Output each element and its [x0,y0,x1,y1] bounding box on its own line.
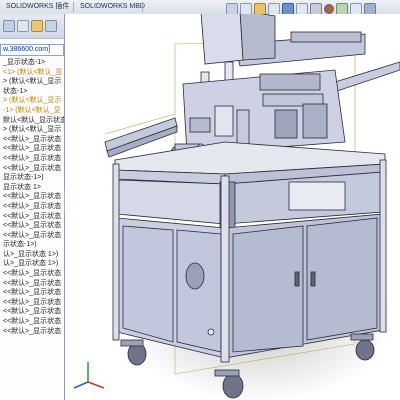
tree-item[interactable]: <<默认>_显示状态 [0,307,64,317]
tab-solidworks-addins[interactable]: SOLIDWORKS 插件 [2,1,73,13]
tree-item[interactable]: > (默认<默认_显示 [0,77,64,87]
tree-item[interactable]: <<默认>_显示状态 [0,202,64,212]
feature-tree-tab-icon[interactable] [3,20,15,32]
tree-item-label: <<默认>_显示状态 [3,193,62,201]
tree-item-label: <<默认>_显示状态 [3,231,62,239]
tree-item[interactable]: <<默认>_显示状态 [0,135,64,145]
tree-item-label: -1> (默认<默认_显 [3,106,61,114]
tree-item[interactable]: <<默认>_显示状态 [0,231,64,241]
tree-item[interactable]: <<默认>_显示状态 [0,269,64,279]
tree-item-label: <1> (默认<默认_显 [3,68,63,76]
appearance-icon[interactable] [324,4,334,14]
tree-item[interactable]: 默认<默认_显示状态 [0,116,64,126]
tree-item-label: <<默认>_显示状态 [3,279,62,287]
tree-item-label: <<默认>_显示状态 [3,145,62,153]
tree-item-label: <<默认>_显示状态 [3,308,62,316]
tree-item-label: <<默认>_显示状态 [3,318,62,326]
property-manager-tab-icon[interactable] [17,20,29,32]
configuration-manager-tab-icon[interactable] [31,20,43,32]
tree-item[interactable]: -1> (默认<默认_显 [0,106,64,116]
tree-item-label: 状态-1> [3,87,28,95]
tree-item-label: <<默认>_显示状态 [3,202,62,210]
tree-item-label: 认>_显示状态 1>) [3,260,59,268]
tree-item-label: > (默认<默认_显示 [3,97,62,105]
upper-mechanism [182,69,346,155]
feature-manager-panel: w.386600.com] _显示状态-1> <1> (默认<默认_显 > (默认<… [0,14,65,400]
tree-item[interactable]: <<默认>_显示状态 [0,221,64,231]
tree-item-label: <<默认>_显示状态 [3,327,62,335]
tree-item[interactable]: > (默认<默认_显示 [0,125,64,135]
tree-item[interactable]: <1> (默认<默认_显 [0,68,64,78]
feature-tree: _显示状态-1> <1> (默认<默认_显 > (默认<默认_显示 状态-1> > (默… [0,58,64,336]
tree-item-label: 默认<默认_显示状态 [3,116,64,124]
tree-item-label: 显示状态 1> [3,183,41,191]
tree-item[interactable]: <<默认>_显示状态 [0,298,64,308]
tree-item-label: <<默认>_显示状态 [3,154,62,162]
tree-item[interactable]: 认>_显示状态 1>) [0,250,64,260]
tree-item[interactable]: <<默认>_显示状态 [0,144,64,154]
tree-item[interactable]: > (默认<默认_显示 [0,96,64,106]
tree-item[interactable]: <<默认>_显示状态 [0,154,64,164]
tree-filter-field[interactable]: w.386600.com] [0,44,64,56]
cabinet-left-face [116,217,226,359]
tree-item[interactable]: <<默认>_显示状态 [0,288,64,298]
tree-item[interactable]: _显示状态-1> [0,58,64,68]
tree-item[interactable]: 显示状态 1> [0,183,64,193]
tree-item[interactable]: 示状态-1>) [0,240,64,250]
tree-item[interactable]: 状态-1> [0,87,64,97]
tree-item-label: > (默认<默认_显示 [3,78,62,86]
tree-item[interactable]: <<默认>_显示状态 [0,212,64,222]
tab-solidworks-mbd[interactable]: SOLIDWORKS MBD [76,1,149,13]
tree-item-label: 示状态-1>) [3,241,37,249]
tree-item[interactable]: <<默认>_显示状态 [0,192,64,202]
tree-item[interactable]: 认>_显示状态 1>) [0,259,64,269]
tree-item-label: <<默认>_显示状态 [3,135,62,143]
tree-item-label: <<默认>_显示状态 [3,164,62,172]
reference-triad [73,362,105,389]
tree-item-label: <<默认>_显示状态 [3,289,62,297]
tree-item[interactable]: <<默认>_显示状态 [0,279,64,289]
tree-filter-text: w.386600.com] [3,46,51,53]
tree-item-label: <<默认>_显示状态 [3,212,62,220]
tree-item-label: > (默认<默认_显示 [3,126,62,134]
feature-manager-tabs [0,14,64,39]
tree-item[interactable]: 显示状态-1>) [0,173,64,183]
tab-separator [142,2,143,12]
tab-separator [73,2,74,12]
graphics-area[interactable] [65,14,400,400]
tree-item[interactable]: <<默认>_显示状态 [0,164,64,174]
dimxpert-tab-icon[interactable] [45,20,57,32]
tree-item-label: <<默认>_显示状态 [3,298,62,306]
tree-item-label: 认>_显示状态 1>) [3,250,59,258]
tree-item-label: <<默认>_显示状态 [3,222,62,230]
tree-item-label: _显示状态-1> [3,59,46,66]
tree-item-label: <<默认>_显示状态 [3,270,62,278]
tree-item[interactable]: <<默认>_显示状态 [0,317,64,327]
tree-item[interactable]: <<默认>_显示状态 [0,327,64,337]
machine-model [104,14,400,399]
tree-item-label: 显示状态-1>) [3,174,44,182]
